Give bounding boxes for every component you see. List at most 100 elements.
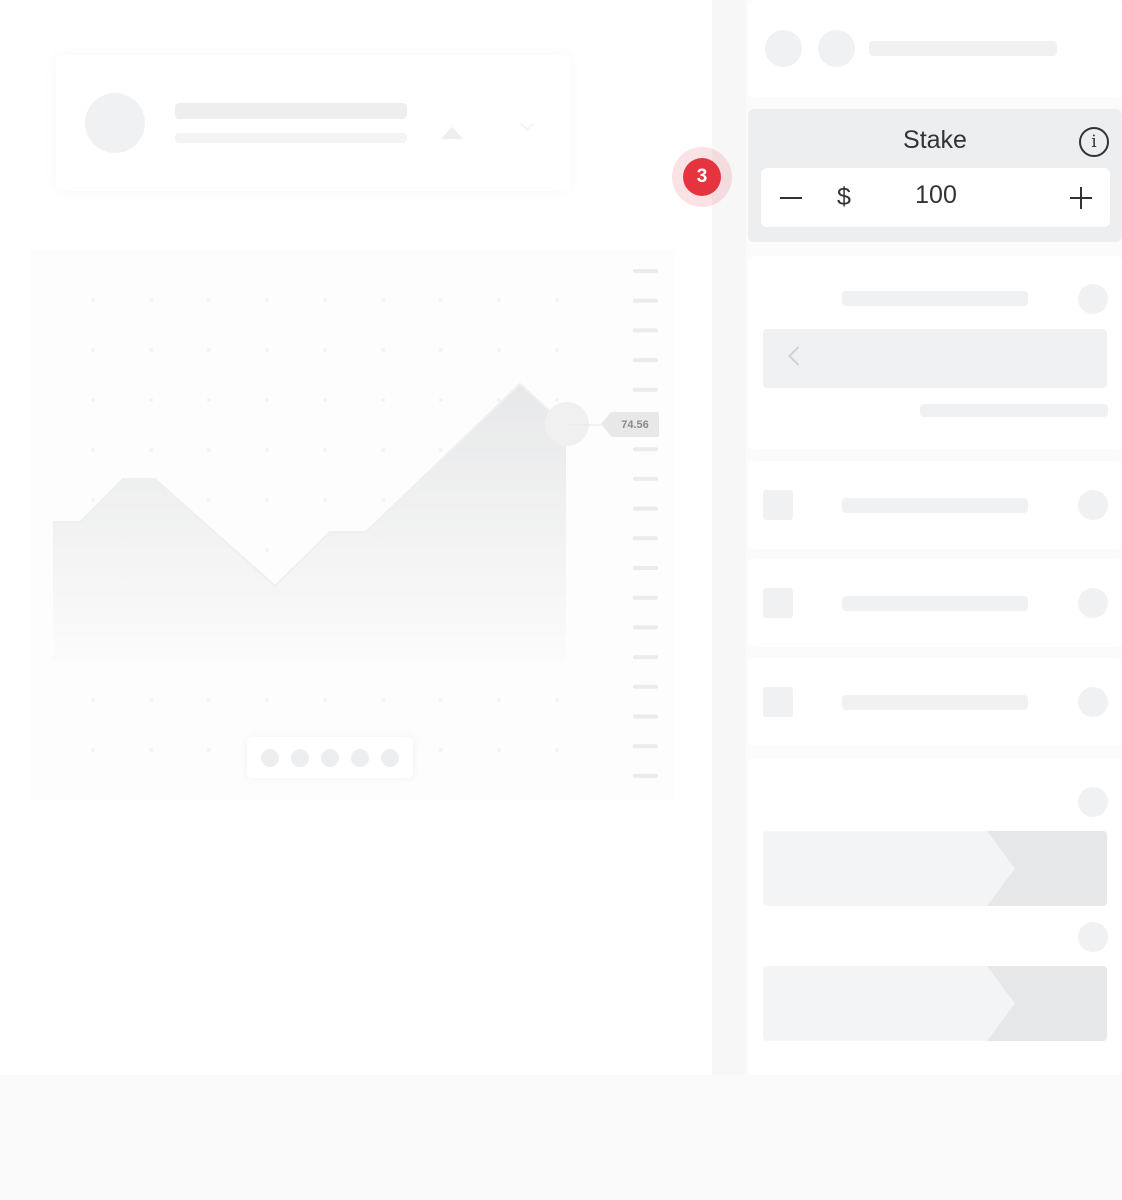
grid-dot xyxy=(381,298,385,302)
grid-dot xyxy=(91,298,95,302)
purchase-info-icon-placeholder[interactable] xyxy=(1078,787,1108,817)
current-price-label: 74.56 xyxy=(611,412,659,437)
purchase-button[interactable] xyxy=(763,831,1107,906)
timeframe-option[interactable] xyxy=(351,748,369,767)
stake-section: Stake i $ 100 xyxy=(748,109,1122,242)
price-axis-tick xyxy=(633,269,658,273)
grid-dot xyxy=(323,398,327,402)
grid-dot xyxy=(497,748,501,752)
grid-dot xyxy=(149,298,153,302)
trade-type-icon-placeholder[interactable] xyxy=(818,30,855,67)
timeframe-option[interactable] xyxy=(321,748,339,767)
timeframe-option[interactable] xyxy=(381,748,399,767)
grid-dot xyxy=(149,698,153,702)
option-info-icon-placeholder[interactable] xyxy=(1078,490,1108,520)
grid-dot xyxy=(265,448,269,452)
grid-dot xyxy=(439,748,443,752)
grid-dot xyxy=(207,348,211,352)
grid-dot xyxy=(439,698,443,702)
asset-selector-card[interactable] xyxy=(56,55,570,191)
option-checkbox[interactable] xyxy=(763,687,793,717)
grid-dot xyxy=(439,448,443,452)
grid-dot xyxy=(555,348,559,352)
grid-dot xyxy=(91,498,95,502)
option-row[interactable] xyxy=(748,658,1122,746)
grid-dot xyxy=(497,348,501,352)
grid-dot xyxy=(497,298,501,302)
grid-dot xyxy=(265,698,269,702)
price-axis-tick xyxy=(633,387,658,392)
chevron-down-icon[interactable] xyxy=(519,116,535,132)
purchase-button[interactable] xyxy=(763,966,1107,1041)
price-chart xyxy=(30,250,675,800)
grid-dot xyxy=(381,398,385,402)
option-checkbox[interactable] xyxy=(763,490,793,520)
footer-strip xyxy=(0,1075,1122,1200)
trade-type-icon-placeholder[interactable] xyxy=(765,30,802,67)
grid-dot xyxy=(439,348,443,352)
timeframe-option[interactable] xyxy=(291,748,309,767)
grid-dot xyxy=(149,748,153,752)
purchase-section xyxy=(748,758,1122,1075)
grid-dot xyxy=(497,398,501,402)
option-checkbox[interactable] xyxy=(763,588,793,618)
option-row[interactable] xyxy=(748,461,1122,549)
price-axis-tick xyxy=(633,625,658,630)
option-info-icon-placeholder[interactable] xyxy=(1078,687,1108,717)
grid-dot xyxy=(91,398,95,402)
chevron-left-icon[interactable] xyxy=(788,346,808,366)
trade-type-header xyxy=(748,0,1122,97)
chart-timeframe-selector xyxy=(247,737,413,778)
duration-label-placeholder xyxy=(842,291,1028,306)
price-axis-tick xyxy=(633,566,658,570)
grid-dot xyxy=(207,298,211,302)
price-axis-tick xyxy=(633,476,658,481)
grid-dot xyxy=(323,498,327,502)
stake-stepper: $ 100 xyxy=(761,168,1110,227)
grid-dot xyxy=(91,348,95,352)
option-label-placeholder xyxy=(842,498,1028,513)
price-axis-tick xyxy=(633,298,658,303)
grid-dot xyxy=(555,298,559,302)
grid-dot xyxy=(91,448,95,452)
grid-dot xyxy=(207,698,211,702)
price-axis-tick xyxy=(633,595,658,600)
grid-dot xyxy=(381,348,385,352)
grid-dot xyxy=(381,698,385,702)
duration-info-icon-placeholder[interactable] xyxy=(1078,284,1108,314)
increase-stake-button[interactable] xyxy=(1059,176,1103,220)
price-axis-tick xyxy=(633,655,658,660)
grid-dot xyxy=(207,498,211,502)
grid-dot xyxy=(265,548,269,552)
grid-dot xyxy=(149,448,153,452)
info-icon[interactable]: i xyxy=(1079,127,1109,157)
trade-parameters-sidebar: Stake i $ 100 xyxy=(746,0,1122,1075)
option-info-icon-placeholder[interactable] xyxy=(1078,588,1108,618)
asset-name-placeholder xyxy=(175,103,407,119)
grid-dot xyxy=(323,698,327,702)
price-axis-tick xyxy=(633,447,658,452)
current-price-marker xyxy=(545,402,589,446)
grid-dot xyxy=(265,498,269,502)
purchase-info-icon-placeholder[interactable] xyxy=(1078,922,1108,952)
price-axis-tick xyxy=(633,684,658,689)
decrease-stake-button[interactable] xyxy=(769,176,813,220)
grid-dot xyxy=(323,298,327,302)
timeframe-option[interactable] xyxy=(261,748,279,767)
grid-dot xyxy=(91,698,95,702)
price-axis-tick xyxy=(633,506,658,511)
stake-amount-input[interactable]: 100 xyxy=(861,181,1011,210)
option-row[interactable] xyxy=(748,559,1122,647)
triangle-up-icon xyxy=(441,127,463,139)
price-axis-tick xyxy=(633,714,658,719)
duration-selector[interactable] xyxy=(763,329,1107,388)
grid-dot xyxy=(439,298,443,302)
price-axis-tick xyxy=(633,773,658,778)
grid-dot xyxy=(323,348,327,352)
grid-dot xyxy=(381,448,385,452)
grid-dot xyxy=(149,398,153,402)
grid-dot xyxy=(555,748,559,752)
grid-dot xyxy=(207,398,211,402)
duration-section xyxy=(748,256,1122,449)
asset-icon-placeholder xyxy=(85,93,145,153)
